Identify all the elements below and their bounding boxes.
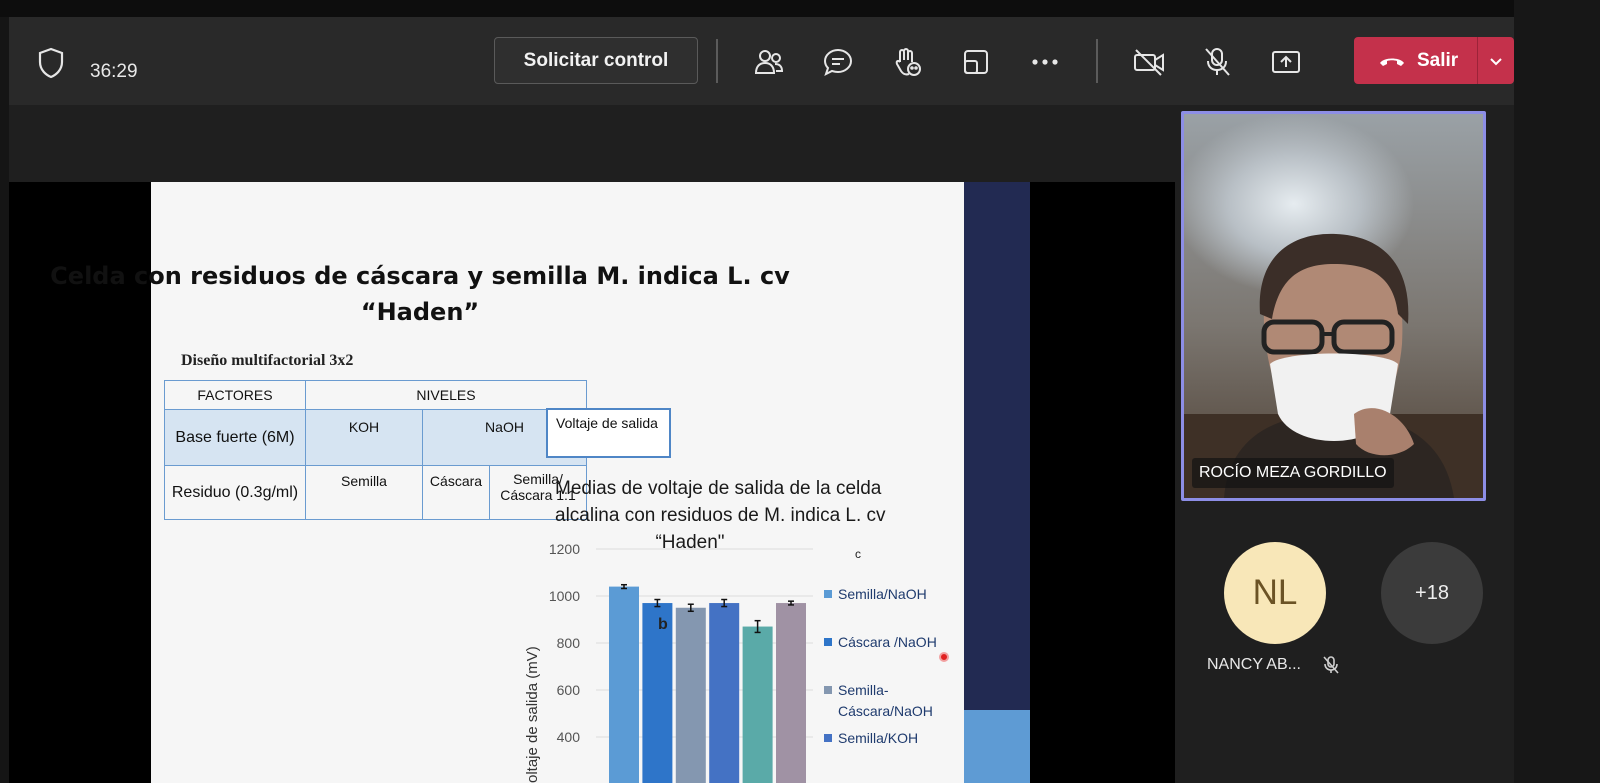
legend-label: Cáscara /NaOH <box>838 634 937 650</box>
y-tick-label: 600 <box>557 682 581 698</box>
more-icon[interactable] <box>1027 45 1063 79</box>
table-header-niveles: NIVELES <box>305 380 587 410</box>
meeting-toolbar: 36:29 Solicitar control Salir <box>9 17 1514 105</box>
more-participants-button[interactable]: +18 <box>1381 542 1483 644</box>
table-cell-semilla: Semilla <box>305 465 423 520</box>
raise-hand-icon[interactable] <box>889 45 925 79</box>
bar <box>609 586 639 783</box>
table-cell-base: Base fuerte (6M) <box>164 409 306 466</box>
camera-off-icon[interactable] <box>1131 45 1167 79</box>
chevron-down-icon[interactable] <box>1478 56 1514 66</box>
legend-swatch <box>824 590 832 598</box>
laser-pointer <box>939 652 949 662</box>
y-tick-label: 400 <box>557 729 581 745</box>
toolbar-divider <box>1096 39 1098 83</box>
table-cell-residuo: Residuo (0.3g/ml) <box>164 465 306 520</box>
bar <box>709 603 740 783</box>
bar <box>776 603 806 783</box>
design-label: Diseño multifactorial 3x2 <box>181 352 354 369</box>
legend-swatch <box>824 734 832 742</box>
chat-icon[interactable] <box>820 45 856 79</box>
toolbar-divider <box>716 39 718 83</box>
legend-label: Semilla- <box>838 682 889 698</box>
slide-side-accent <box>964 710 1030 783</box>
participant-avatar[interactable]: NL <box>1224 542 1326 644</box>
legend-label: Semilla/NaOH <box>838 586 927 602</box>
view-icon[interactable] <box>958 45 994 79</box>
screen-top-band <box>0 0 1600 17</box>
participant-name: NANCY AB... <box>1207 656 1301 673</box>
chart-title-line: Medias de voltaje de salida de la celda <box>555 478 882 499</box>
significance-letter: b <box>658 616 668 633</box>
y-tick-label: 800 <box>557 635 581 651</box>
bar <box>675 607 706 783</box>
legend-swatch <box>824 686 832 694</box>
table-header-factores: FACTORES <box>164 380 306 410</box>
slide-side-band <box>964 182 1030 783</box>
factors-table: FACTORES NIVELES Base fuerte (6M) KOH Na… <box>164 380 587 520</box>
share-icon[interactable] <box>1268 45 1304 79</box>
y-tick-label: 1000 <box>549 588 580 604</box>
bar-chart: 40060080010001200oltaje de salida (mV)ab… <box>524 541 937 783</box>
slide-title-line: “Haden” <box>360 298 480 326</box>
chart-title-line: alcalina con residuos de M. indica L. cv <box>555 505 886 526</box>
voltage-box: Voltaje de salida <box>546 408 671 458</box>
table-cell-cascara: Cáscara <box>422 465 490 520</box>
leave-button[interactable]: Salir <box>1354 37 1514 84</box>
phone-hangup-icon <box>1380 58 1404 66</box>
legend-swatch <box>824 638 832 646</box>
speaker-silhouette <box>1184 233 1483 498</box>
mic-off-icon[interactable] <box>1199 45 1235 79</box>
significance-letter: c <box>855 547 861 561</box>
mic-off-icon <box>1321 655 1341 680</box>
leave-label: Salir <box>1417 49 1459 71</box>
bar <box>742 626 773 783</box>
people-icon[interactable] <box>751 45 787 79</box>
speaker-name-tag: ROCÍO MEZA GORDILLO <box>1192 458 1394 488</box>
y-tick-label: 1200 <box>549 541 580 557</box>
slide-title: Celda con residuos de cáscara y semilla … <box>30 258 810 330</box>
request-control-button[interactable]: Solicitar control <box>494 37 698 84</box>
screen-right-edge <box>1514 0 1600 783</box>
legend-label: Semilla/KOH <box>838 730 918 746</box>
y-axis-label: oltaje de salida (mV) <box>524 646 541 783</box>
meeting-timer: 36:29 <box>90 61 138 82</box>
legend-label: Cáscara/NaOH <box>838 703 933 719</box>
table-cell-koh: KOH <box>305 409 423 466</box>
active-speaker-video[interactable]: ROCÍO MEZA GORDILLO <box>1181 111 1486 501</box>
shield-icon[interactable] <box>36 45 66 81</box>
slide-title-line: Celda con residuos de cáscara y semilla … <box>50 262 790 290</box>
